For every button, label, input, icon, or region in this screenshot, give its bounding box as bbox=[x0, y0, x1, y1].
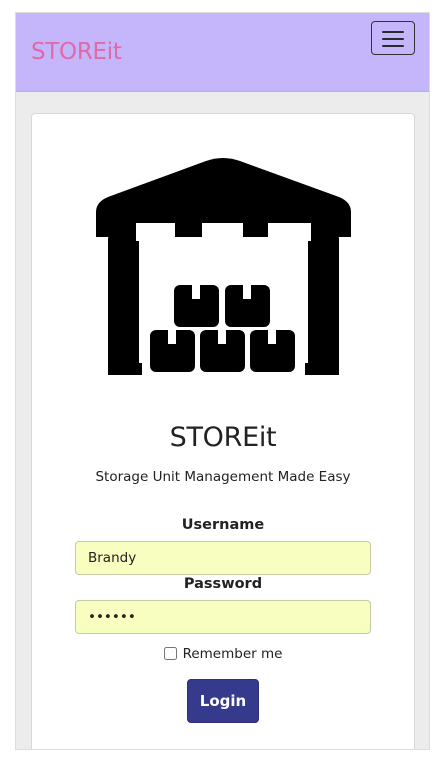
login-button[interactable]: Login bbox=[187, 679, 259, 723]
password-input[interactable] bbox=[75, 600, 371, 634]
menu-toggle-button[interactable] bbox=[371, 21, 415, 55]
brand-logo-link[interactable]: STOREit bbox=[31, 39, 122, 65]
hamburger-menu-icon-top-bar bbox=[382, 31, 404, 33]
remember-me-label: Remember me bbox=[182, 646, 283, 662]
remember-me-checkbox[interactable] bbox=[163, 647, 177, 660]
hamburger-menu-icon-middle-bar bbox=[382, 38, 404, 40]
username-input[interactable] bbox=[75, 541, 371, 575]
login-card: STOREit Storage Unit Management Made Eas… bbox=[31, 113, 415, 749]
password-label: Password bbox=[183, 576, 263, 592]
app-title: STOREit bbox=[169, 422, 277, 453]
username-label: Username bbox=[181, 517, 265, 533]
hamburger-menu-icon-bottom-bar bbox=[382, 45, 404, 47]
remember-me-row: Remember me bbox=[32, 646, 414, 662]
page-frame: STOREit STOREit Storage Unit Management … bbox=[15, 12, 430, 750]
app-tagline: Storage Unit Management Made Easy bbox=[95, 469, 351, 485]
top-navbar: STOREit bbox=[16, 13, 429, 92]
warehouse-icon bbox=[96, 158, 351, 375]
